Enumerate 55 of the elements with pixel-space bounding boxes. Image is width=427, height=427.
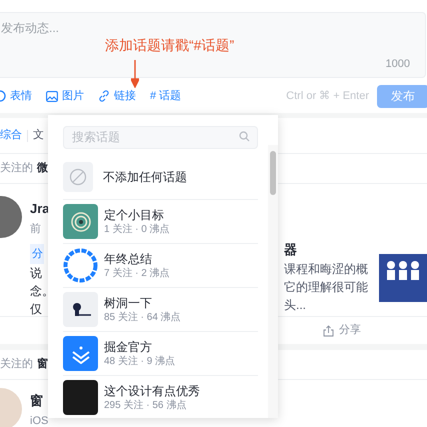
char-counter: 1000: [386, 56, 410, 72]
article-excerpt: 课程和晦涩的概: [284, 260, 369, 278]
search-icon: [239, 131, 250, 142]
topic-name: 掘金官方: [104, 338, 153, 354]
shortcut-hint: Ctrl or ⌘ + Enter: [286, 88, 369, 104]
share-button[interactable]: 分享: [257, 322, 427, 339]
source-name: 微: [37, 161, 48, 176]
search-field[interactable]: 搜索话题: [63, 126, 258, 148]
share-icon: [323, 324, 334, 336]
annotation-text: 添加话题请戳“#话题”: [105, 36, 234, 54]
topic-item[interactable]: 这个设计有点优秀 295 关注 · 56 沸点: [63, 376, 258, 418]
source-name: 窗: [37, 356, 48, 372]
topic-item[interactable]: 树洞一下 85 关注 · 64 沸点: [63, 288, 258, 332]
post-text: 说: [30, 265, 42, 282]
topic-tag: 分: [30, 244, 44, 264]
topic-item[interactable]: 年终总结 7 关注 · 2 沸点: [63, 244, 258, 288]
chevrons-icon: [63, 336, 98, 371]
article-title: 器: [284, 241, 298, 259]
dark-thumbnail: [63, 380, 98, 415]
article-excerpt: 头...: [284, 296, 308, 314]
topic-name: 年终总结: [104, 250, 153, 266]
toolbar-button[interactable]: 链接: [98, 88, 136, 104]
no-topic-item[interactable]: 不添加任何话题: [63, 155, 258, 200]
post-text: 仅: [30, 301, 42, 318]
ban-icon: [63, 162, 93, 192]
smiley-icon: [0, 90, 6, 102]
toolbar-button[interactable]: # 话题: [150, 88, 182, 104]
topic-stats: 1 关注 · 0 沸点: [104, 222, 170, 236]
author-title: iOS: [30, 414, 48, 427]
topic-item[interactable]: 掘金官方 48 关注 · 9 沸点: [63, 332, 258, 376]
topic-name: 定个小目标: [104, 206, 165, 222]
author-title: 前: [30, 222, 41, 237]
image-icon: [46, 90, 58, 102]
post-text: 念。: [30, 283, 54, 300]
scrollbar-thumb[interactable]: [270, 151, 276, 195]
figure-icon: [63, 292, 98, 327]
topic-stats: 48 关注 · 9 沸点: [104, 354, 176, 368]
feed-tab[interactable]: 文: [33, 127, 44, 144]
toolbar-button[interactable]: 图片: [46, 88, 84, 104]
author-name: 窗: [30, 392, 44, 410]
feed-tab[interactable]: 综合: [0, 127, 22, 144]
link-icon: [98, 90, 110, 102]
topic-stats: 295 关注 · 56 沸点: [104, 398, 188, 412]
topic-name: 树洞一下: [104, 294, 153, 310]
topic-stats: 85 关注 · 64 沸点: [104, 310, 181, 324]
source-label: 关注的: [0, 356, 33, 372]
topic-name: 这个设计有点优秀: [104, 382, 200, 398]
annotation-arrow: [131, 60, 139, 88]
target-icon: [63, 204, 98, 239]
article-excerpt: 它的理解很可能: [284, 278, 369, 296]
topic-item[interactable]: 定个小目标 1 关注 · 0 沸点: [63, 200, 258, 244]
post-placeholder: 发布动态...: [1, 20, 60, 37]
topic-stats: 7 关注 · 2 沸点: [104, 266, 170, 280]
toolbar-button[interactable]: 表情: [0, 88, 32, 104]
source-label: 关注的: [0, 160, 33, 176]
